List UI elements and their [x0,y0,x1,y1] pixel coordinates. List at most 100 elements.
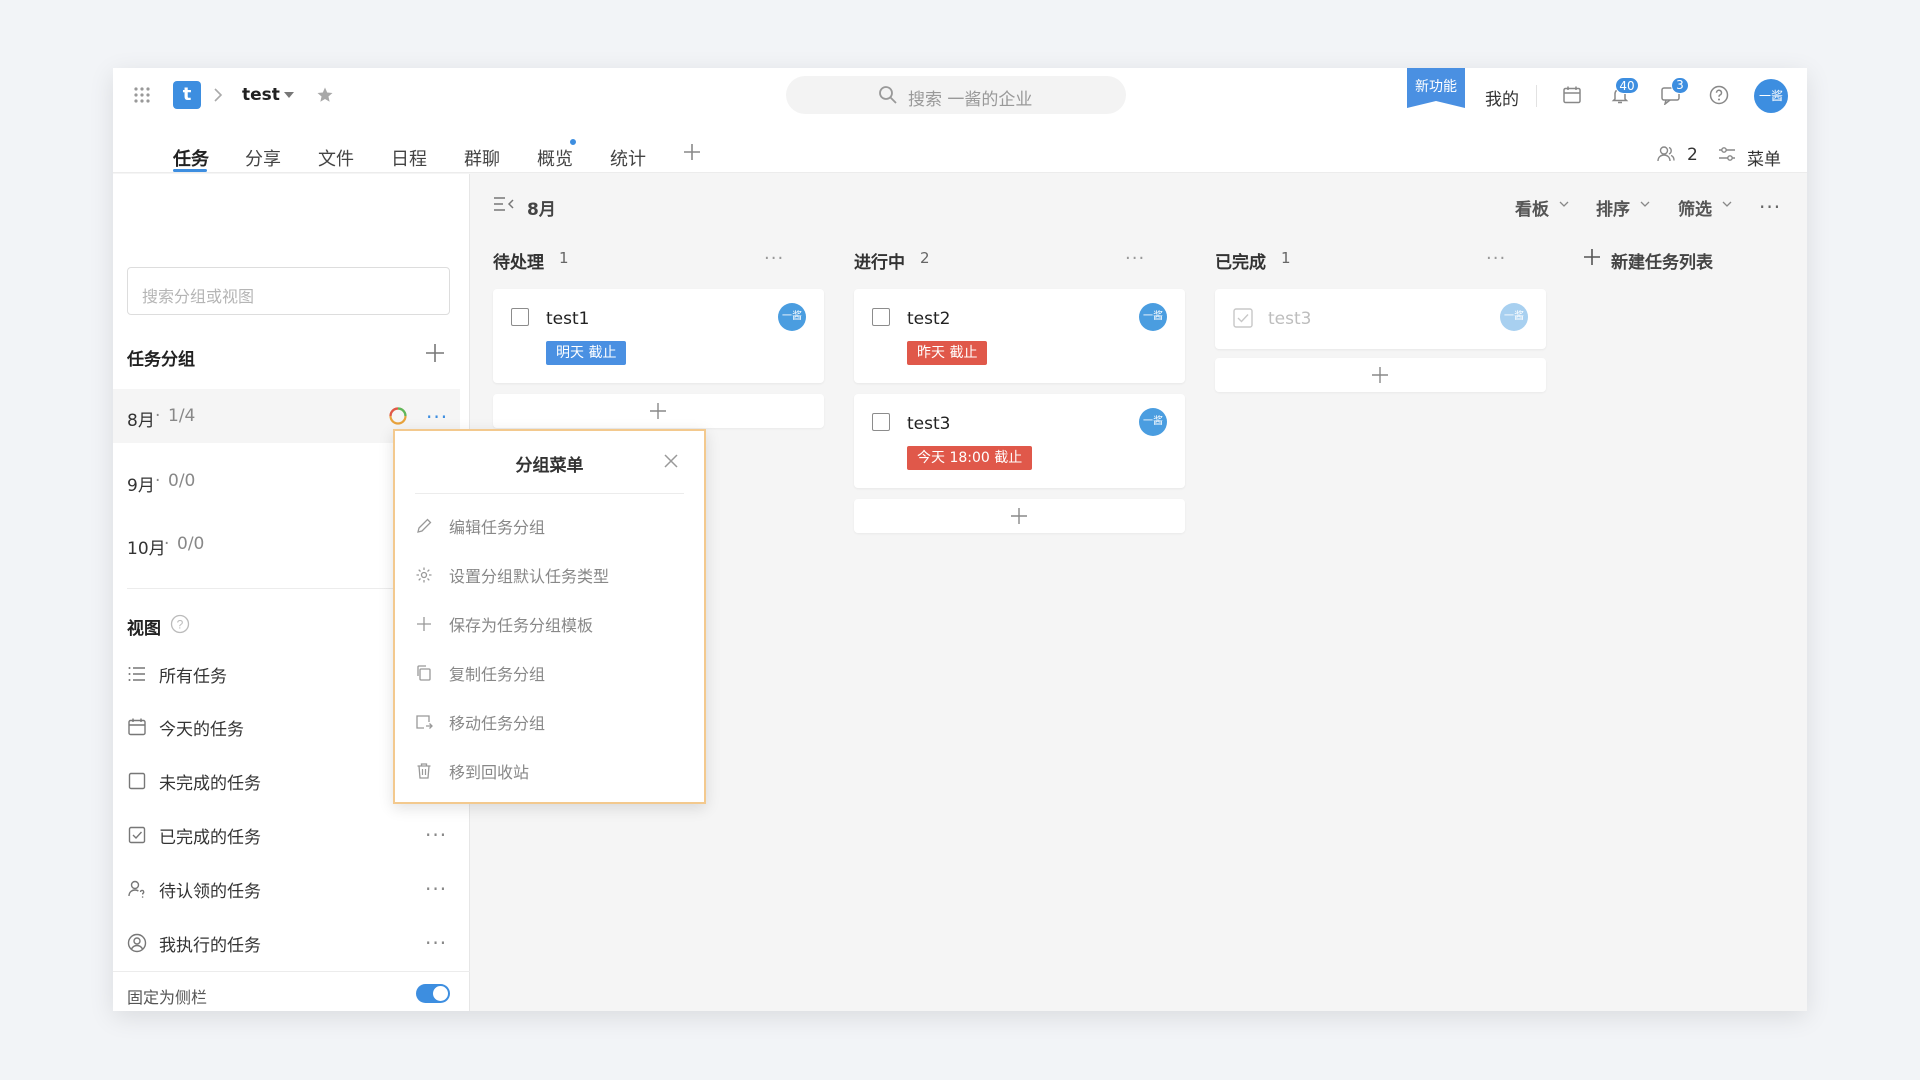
tab-tasks[interactable]: 任务 [173,145,209,171]
column-count-in-progress: 2 [920,249,930,267]
assignee-avatar[interactable]: 一酱 [778,303,806,331]
add-task-button[interactable] [854,499,1185,533]
due-tag: 今天 18:00 截止 [907,446,1033,470]
menu-edit-group[interactable]: 编辑任务分组 [415,514,545,538]
group-progress-separator: · [164,534,170,554]
toggle-knob [433,986,448,1001]
add-task-button[interactable] [1215,358,1546,392]
checkbox-empty-icon [127,771,147,791]
new-feature-badge[interactable]: 新功能 [1407,68,1465,108]
breadcrumb-chevron-icon [213,87,223,103]
view-today-tasks[interactable]: 今天的任务 [127,714,244,740]
close-icon[interactable] [663,453,679,469]
task-checkbox-checked[interactable] [1233,308,1253,328]
board-more-icon[interactable]: ··· [1759,195,1781,219]
tab-share[interactable]: 分享 [245,145,281,171]
menu-item-label: 移动任务分组 [449,714,546,733]
view-my-tasks[interactable]: 我执行的任务 [127,930,261,956]
pin-sidebar-toggle[interactable] [416,984,450,1003]
sort-dropdown[interactable]: 排序 [1596,195,1630,220]
tab-stats[interactable]: 统计 [610,145,646,171]
project-icon[interactable]: t [173,81,201,109]
app-grid-icon[interactable] [133,86,151,104]
view-label: 已完成的任务 [159,827,261,848]
task-checkbox[interactable] [872,413,890,431]
tab-overview[interactable]: 概览 [537,145,573,171]
view-label: 未完成的任务 [159,773,261,794]
menu-settings-icon[interactable] [1717,144,1737,164]
filter-dropdown[interactable]: 筛选 [1678,195,1712,220]
global-search-placeholder: 搜索 一酱的企业 [908,90,1033,110]
view-label: 今天的任务 [159,719,244,740]
help-icon[interactable] [1709,85,1729,105]
star-icon[interactable] [316,86,334,104]
task-card[interactable]: test1 一酱 明天 截止 [493,289,824,383]
project-dropdown-icon[interactable] [284,92,294,98]
global-search[interactable]: 搜索 一酱的企业 [786,76,1126,114]
chevron-down-icon [1640,201,1650,207]
assignee-avatar[interactable]: 一酱 [1139,408,1167,436]
list-icon [127,664,147,684]
task-checkbox[interactable] [872,308,890,326]
new-list-plus-icon[interactable] [1583,248,1601,266]
view-more-icon[interactable]: ··· [425,931,447,955]
divider [415,493,684,494]
calendar-icon[interactable] [1562,85,1582,105]
divider [113,971,470,972]
task-title: test3 [907,414,951,434]
menu-copy-group[interactable]: 复制任务分组 [415,661,545,685]
members-count[interactable]: 2 [1687,145,1698,165]
add-group-plus-icon[interactable] [425,343,445,363]
mine-link[interactable]: 我的 [1485,85,1519,110]
view-unclaimed-tasks[interactable]: 待认领的任务 [127,876,261,902]
column-title-done: 已完成 [1215,253,1266,273]
group-more-icon[interactable]: ··· [426,405,448,429]
members-icon[interactable] [1656,144,1676,164]
project-name[interactable]: test [242,85,280,105]
views-help-icon[interactable]: ? [170,614,190,634]
task-card[interactable]: test3 一酱 今天 18:00 截止 [854,394,1185,488]
tab-group-chat[interactable]: 群聊 [464,145,500,171]
board-group-title: 8月 [527,200,556,220]
column-more-icon[interactable]: ··· [1125,250,1145,268]
tab-bar: 任务 分享 文件 日程 群聊 概览 统计 2 菜单 [113,123,1807,173]
menu-save-as-template[interactable]: 保存为任务分组模板 [415,612,593,636]
menu-item-label: 移到回收站 [449,763,530,782]
tab-schedule[interactable]: 日程 [391,145,427,171]
assignee-avatar[interactable]: 一酱 [1500,303,1528,331]
column-more-icon[interactable]: ··· [764,250,784,268]
view-more-icon[interactable]: ··· [425,823,447,847]
column-more-icon[interactable]: ··· [1486,250,1506,268]
sidebar-search-placeholder: 搜索分组或视图 [142,287,255,306]
group-progress-separator: · [155,471,161,491]
task-checkbox[interactable] [511,308,529,326]
pencil-icon [415,517,433,535]
add-task-button[interactable] [493,394,824,428]
view-incomplete-tasks[interactable]: 未完成的任务 [127,768,261,794]
menu-item-label: 设置分组默认任务类型 [449,567,610,586]
view-all-tasks[interactable]: 所有任务 [127,661,227,687]
add-tab-plus-icon[interactable] [683,143,701,161]
menu-move-to-trash[interactable]: 移到回收站 [415,759,529,783]
view-more-icon[interactable]: ··· [425,877,447,901]
task-card-completed[interactable]: test3 一酱 [1215,289,1546,349]
sidebar-search-input[interactable]: 搜索分组或视图 [127,267,450,315]
board-view-dropdown[interactable]: 看板 [1515,195,1549,220]
plus-icon [650,403,666,419]
tab-overview-dot [569,138,577,146]
menu-set-default-type[interactable]: 设置分组默认任务类型 [415,563,609,587]
plus-icon [415,615,433,633]
tab-files[interactable]: 文件 [318,145,354,171]
task-card[interactable]: test2 一酱 昨天 截止 [854,289,1185,383]
due-tag: 明天 截止 [546,341,627,365]
column-title-in-progress: 进行中 [854,253,905,273]
new-list-button[interactable]: 新建任务列表 [1611,248,1713,273]
view-completed-tasks[interactable]: 已完成的任务 [127,822,261,848]
assignee-avatar[interactable]: 一酱 [1139,303,1167,331]
collapse-sidebar-icon[interactable] [493,196,515,212]
chevron-down-icon [1722,201,1732,207]
menu-move-group[interactable]: 移动任务分组 [415,710,545,734]
message-count-badge: 3 [1671,77,1689,94]
user-avatar[interactable]: 一酱 [1754,79,1788,113]
menu-label[interactable]: 菜单 [1747,145,1781,170]
